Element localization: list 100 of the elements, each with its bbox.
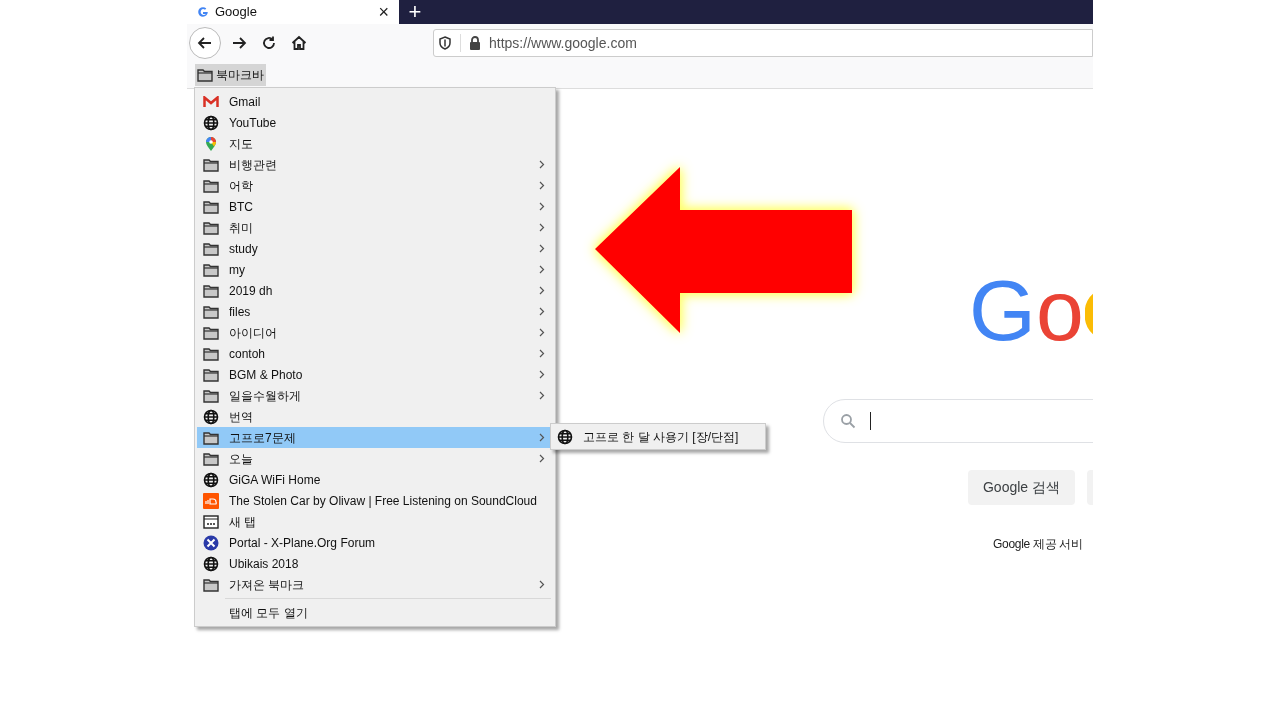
shield-icon <box>438 36 452 50</box>
menu-item[interactable]: 가져온 북마크 <box>197 574 553 595</box>
menu-item-label: Portal - X-Plane.Org Forum <box>229 534 377 552</box>
menu-item[interactable]: Gmail <box>197 91 553 112</box>
chevron-right-icon <box>539 265 545 274</box>
menu-item[interactable]: 번역 <box>197 406 553 427</box>
menu-item-label: The Stolen Car by Olivaw | Free Listening on SoundCloud <box>229 492 538 510</box>
menu-item[interactable]: 고프로7문제 <box>197 427 553 448</box>
close-button[interactable]: × <box>378 3 389 21</box>
menu-item[interactable]: BGM & Photo <box>197 364 553 385</box>
search-button[interactable]: Google 검색 <box>968 470 1075 505</box>
menu-item-label: 2019 dh <box>229 282 274 300</box>
back-button[interactable] <box>189 27 221 59</box>
menu-item[interactable]: 어학 <box>197 175 553 196</box>
menu-item[interactable]: BTC <box>197 196 553 217</box>
menu-item[interactable]: 2019 dh <box>197 280 553 301</box>
folder-icon <box>197 68 213 82</box>
menu-item-label: BGM & Photo <box>229 366 304 384</box>
menu-item-label: 비행관련 <box>229 156 278 174</box>
lock-icon <box>469 36 481 50</box>
tab-title: Google <box>215 3 258 22</box>
menu-item[interactable]: 일을수월하게 <box>197 385 553 406</box>
menu-item[interactable]: 취미 <box>197 217 553 238</box>
chevron-right-icon <box>539 580 545 589</box>
menu-item[interactable]: The Stolen Car by Olivaw | Free Listening on SoundCloud <box>197 490 553 511</box>
globe-icon <box>203 114 219 131</box>
menu-item[interactable]: 새 탭 <box>197 511 553 532</box>
folder-icon <box>203 430 219 445</box>
folder-icon <box>203 388 219 403</box>
menu-item-label: study <box>229 240 259 258</box>
arrow-right-icon <box>231 35 247 51</box>
chevron-right-icon <box>539 202 545 211</box>
folder-icon <box>203 241 219 256</box>
menu-item[interactable]: study <box>197 238 553 259</box>
menu-item-label: 고프로 한 달 사용기 [장/단점] <box>583 428 739 446</box>
folder-icon <box>203 199 219 214</box>
folder-icon <box>203 451 219 466</box>
globe-icon <box>203 408 219 425</box>
folder-icon <box>203 304 219 319</box>
reload-icon <box>261 35 277 51</box>
menu-item[interactable]: 탭에 모두 열기 <box>197 602 553 623</box>
chevron-right-icon <box>539 328 545 337</box>
menu-item[interactable]: Ubikais 2018 <box>197 553 553 574</box>
folder-icon <box>203 262 219 277</box>
arrow-left-icon <box>197 35 213 51</box>
menu-item-label: my <box>229 261 246 279</box>
folder-icon <box>203 346 219 361</box>
menu-item-label: contoh <box>229 345 267 363</box>
menu-item-label: 지도 <box>229 135 254 153</box>
menu-item-label: 탭에 모두 열기 <box>229 604 308 622</box>
google-logo: Go <box>969 267 1084 353</box>
folder-icon <box>203 577 219 592</box>
folder-icon <box>203 283 219 298</box>
menu-item[interactable]: my <box>197 259 553 280</box>
folder-icon <box>203 325 219 340</box>
chevron-right-icon <box>539 244 545 253</box>
menu-item-label: 오늘 <box>229 450 254 468</box>
chevron-right-icon <box>539 181 545 190</box>
menu-item-label: Ubikais 2018 <box>229 555 300 573</box>
menu-item[interactable]: Portal - X-Plane.Org Forum <box>197 532 553 553</box>
window-icon <box>203 514 219 529</box>
menu-item[interactable]: YouTube <box>197 112 553 133</box>
home-icon <box>291 35 307 51</box>
menu-item-label: 취미 <box>229 219 254 237</box>
menu-item-label: 고프로7문제 <box>229 429 297 447</box>
menu-item[interactable]: 아이디어 <box>197 322 553 343</box>
menu-item[interactable]: 지도 <box>197 133 553 154</box>
bookmark-folder-button[interactable]: 북마크바 <box>195 64 266 86</box>
globe-icon <box>203 471 219 488</box>
menu-item-label: GiGA WiFi Home <box>229 471 322 489</box>
menu-item[interactable]: 비행관련 <box>197 154 553 175</box>
logo-letter-fragment <box>1084 291 1093 337</box>
folder-icon <box>203 220 219 235</box>
menu-item-label: 일을수월하게 <box>229 387 302 405</box>
menu-item-label: 가져온 북마크 <box>229 576 306 594</box>
browser-tab[interactable]: Google × <box>187 0 399 24</box>
chevron-right-icon <box>539 307 545 316</box>
google-g-icon <box>197 6 209 18</box>
menu-item-label: 어학 <box>229 177 254 195</box>
folder-icon <box>203 157 219 172</box>
globe-icon <box>203 555 219 572</box>
chevron-right-icon <box>539 223 545 232</box>
menu-item[interactable]: GiGA WiFi Home <box>197 469 553 490</box>
envelope-m-icon <box>203 95 219 108</box>
chevron-right-icon <box>539 391 545 400</box>
folder-icon <box>203 367 219 382</box>
menu-item[interactable]: 고프로 한 달 사용기 [장/단점] <box>553 426 763 447</box>
x-logo-icon <box>203 534 219 551</box>
menu-item[interactable]: 오늘 <box>197 448 553 469</box>
chevron-right-icon <box>539 286 545 295</box>
chevron-right-icon <box>539 433 545 442</box>
menu-item[interactable]: files <box>197 301 553 322</box>
menu-item-label: 아이디어 <box>229 324 278 342</box>
new-tab-button[interactable]: + <box>399 0 431 24</box>
address-field[interactable]: https://www.google.com <box>433 29 1093 57</box>
menu-item-label: 번역 <box>229 408 254 426</box>
menu-item[interactable]: contoh <box>197 343 553 364</box>
menu-item-label: YouTube <box>229 114 278 132</box>
url-text: https://www.google.com <box>489 33 637 53</box>
globe-icon <box>557 428 573 445</box>
